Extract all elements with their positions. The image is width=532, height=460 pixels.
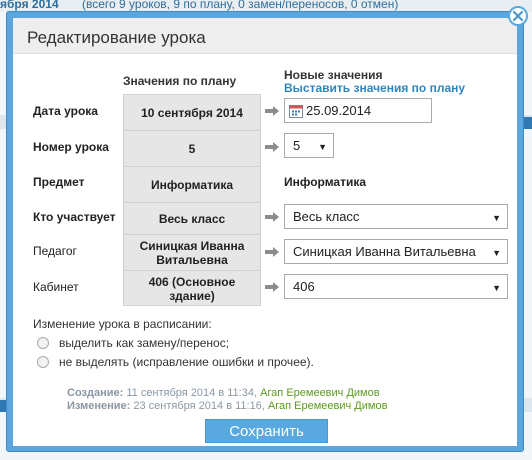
chevron-down-icon: ▼ bbox=[315, 142, 327, 152]
chevron-down-icon: ▼ bbox=[489, 248, 501, 258]
plan-values-column: 10 сентября 2014 5 Информатика Весь клас… bbox=[123, 94, 261, 306]
plan-value-date: 10 сентября 2014 bbox=[124, 95, 260, 131]
changed-user-link[interactable]: Агап Еремеевич Димов bbox=[268, 400, 388, 412]
date-field-value: 25.09.2014 bbox=[306, 103, 372, 118]
save-button[interactable]: Сохранить bbox=[205, 419, 328, 443]
radio-do-not-mark[interactable]: не выделять (исправление ошибки и прочее… bbox=[37, 355, 314, 369]
created-user-link[interactable]: Агап Еремеевич Димов bbox=[260, 387, 380, 399]
changed-date: 23 сентября 2014 в 11:16, bbox=[133, 400, 265, 412]
radio-mark-as-replacement[interactable]: выделить как замену/перенос; bbox=[37, 336, 229, 350]
lesson-number-select[interactable]: 5 ▼ bbox=[284, 133, 334, 158]
plan-value-participants: Весь класс bbox=[124, 203, 260, 235]
background-date: ября 2014 bbox=[0, 0, 59, 11]
dialog-header: Редактирование урока bbox=[13, 18, 517, 54]
label-date: Дата урока bbox=[33, 104, 98, 118]
label-participants: Кто участвует bbox=[33, 210, 116, 224]
lesson-number-value: 5 bbox=[293, 138, 301, 153]
arrow-right-icon bbox=[265, 212, 279, 222]
participants-select[interactable]: Весь класс ▼ bbox=[284, 204, 508, 229]
room-value: 406 bbox=[293, 279, 315, 294]
created-info: Создание: 11 сентября 2014 в 11:34, Агап… bbox=[67, 387, 380, 399]
arrow-right-icon bbox=[265, 247, 279, 257]
chevron-down-icon: ▼ bbox=[489, 283, 501, 293]
label-number: Номер урока bbox=[33, 140, 109, 154]
plan-column-header: Значения по плану bbox=[123, 74, 237, 88]
radio-label: не выделять (исправление ошибки и прочее… bbox=[59, 355, 314, 369]
calendar-icon[interactable] bbox=[289, 104, 303, 118]
label-room: Кабинет bbox=[33, 280, 79, 294]
radio-button[interactable] bbox=[37, 337, 49, 349]
subject-value: Информатика bbox=[284, 175, 367, 189]
created-label: Создание: bbox=[67, 387, 124, 399]
edit-lesson-dialog: Редактирование урока Значения по плану Н… bbox=[6, 6, 528, 452]
plan-value-room: 406 (Основное здание) bbox=[148, 274, 236, 303]
chevron-down-icon: ▼ bbox=[489, 213, 501, 223]
label-subject: Предмет bbox=[33, 175, 85, 189]
arrow-right-icon bbox=[265, 106, 279, 116]
radio-button[interactable] bbox=[37, 356, 49, 368]
room-select[interactable]: 406 ▼ bbox=[284, 274, 508, 299]
teacher-value: Синицкая Иванна Витальевна bbox=[293, 244, 476, 259]
changed-info: Изменение: 23 сентября 2014 в 11:16, Ага… bbox=[67, 400, 387, 412]
label-teacher: Педагог bbox=[33, 244, 77, 258]
radio-label: выделить как замену/перенос; bbox=[59, 336, 230, 350]
arrow-right-icon bbox=[265, 142, 279, 152]
arrow-right-icon bbox=[265, 282, 279, 292]
date-field[interactable]: 25.09.2014 bbox=[284, 98, 432, 123]
teacher-select[interactable]: Синицкая Иванна Витальевна ▼ bbox=[284, 239, 508, 264]
close-icon bbox=[513, 11, 523, 21]
plan-value-teacher: Синицкая Иванна Витальевна bbox=[124, 235, 260, 271]
background-summary: (всего 9 уроков, 9 по плану, 0 замен/пер… bbox=[82, 0, 399, 11]
new-column-header: Новые значения bbox=[284, 68, 383, 82]
plan-value-subject: Информатика bbox=[124, 167, 260, 203]
set-plan-values-link[interactable]: Выставить значения по плану bbox=[284, 81, 465, 95]
participants-value: Весь класс bbox=[293, 209, 360, 224]
dialog-title: Редактирование урока bbox=[27, 28, 206, 47]
dialog-body: Редактирование урока Значения по плану Н… bbox=[13, 18, 517, 446]
changed-label: Изменение: bbox=[67, 400, 131, 412]
plan-value-number: 5 bbox=[124, 131, 260, 167]
change-mode-title: Изменение урока в расписании: bbox=[33, 317, 212, 331]
created-date: 11 сентября 2014 в 11:34, bbox=[126, 387, 258, 399]
close-button[interactable] bbox=[508, 6, 528, 26]
